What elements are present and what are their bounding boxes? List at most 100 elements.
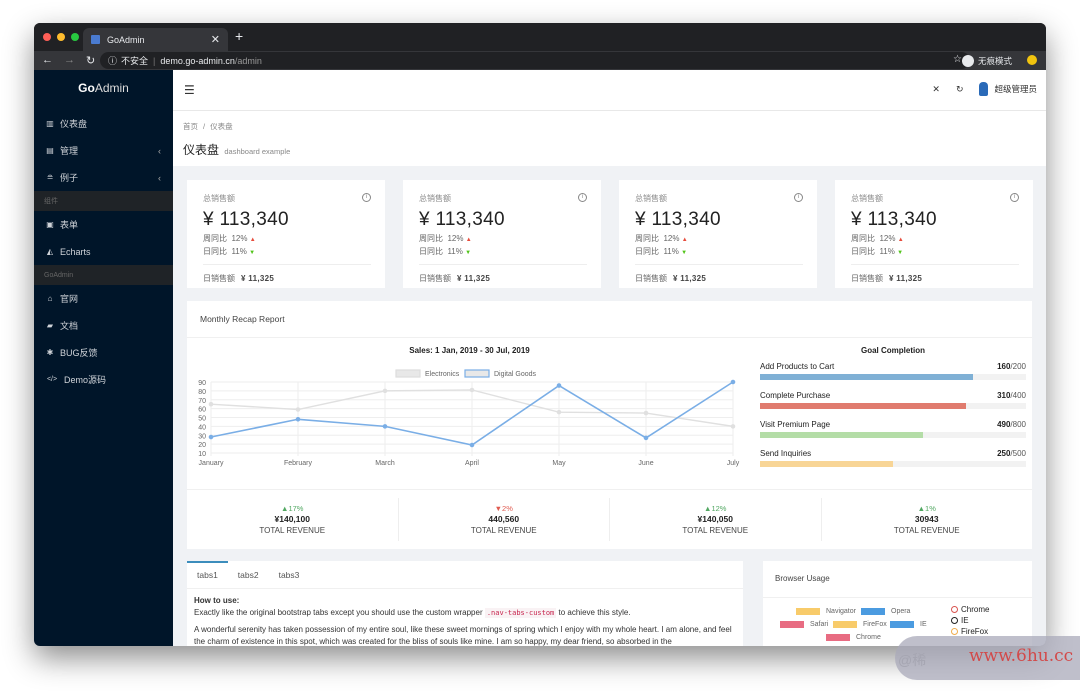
card-value: ¥ 113,340 (851, 209, 937, 230)
sidebar-item-form[interactable]: ▣ 表单 (34, 211, 173, 238)
stat-card: 总销售额 i ¥ 113,340 周同比 12% ▲ 日同比 11% ▼ 日销售… (403, 180, 601, 288)
card-value: ¥ 113,340 (419, 209, 505, 230)
day-label: 日同比 (635, 247, 659, 256)
breadcrumb-separator: / (203, 122, 206, 131)
forward-icon[interactable]: → (64, 54, 75, 67)
maximize-window-button[interactable] (71, 33, 79, 41)
close-tab-icon[interactable]: ✕ (211, 33, 220, 46)
sidebar-item-label: 表单 (60, 220, 79, 230)
info-icon[interactable]: i (362, 193, 371, 202)
tab-tabs3[interactable]: tabs3 (269, 561, 310, 589)
back-icon[interactable]: ← (42, 54, 53, 67)
info-icon[interactable]: i (578, 193, 587, 202)
sidebar-section-header: GoAdmin (34, 265, 173, 285)
legend-item[interactable]: Navigator (796, 608, 856, 615)
sidebar-item-echarts[interactable]: ◭ Echarts (34, 238, 173, 265)
data-point (730, 379, 736, 385)
sidebar-item-label: 文档 (60, 321, 79, 331)
card-footer: 日销售额 ¥ 11,325 (635, 273, 706, 284)
watermark-text: www.6hu.cc (969, 646, 1074, 666)
y-tick-label: 80 (198, 389, 206, 396)
address-bar[interactable]: ⓘ 不安全 | demo.go-admin.cn/admin ☆ (100, 52, 970, 69)
info-icon[interactable]: i (794, 193, 803, 202)
sidebar-section-header: 组件 (34, 191, 173, 211)
fullscreen-icon[interactable]: ✕ (932, 84, 940, 95)
incognito-indicator[interactable]: 无痕模式 (962, 52, 1012, 69)
close-window-button[interactable] (43, 33, 51, 41)
chart-title: Sales: 1 Jan, 2019 - 30 Jul, 2019 (409, 346, 530, 355)
sidebar-item-examples[interactable]: ≘ 例子 ‹ (34, 164, 173, 191)
legend-item[interactable]: Chrome (951, 605, 989, 614)
legend-item[interactable]: Opera (861, 608, 910, 615)
sidebar-item-label: BUG反馈 (60, 348, 98, 358)
legend-item[interactable]: IE (890, 621, 927, 628)
tab-bar: GoAdmin ✕ + (34, 23, 1046, 51)
legend-swatch (796, 608, 820, 615)
y-tick-label: 70 (198, 398, 206, 405)
sidebar-item-label: Demo源码 (64, 375, 107, 385)
legend-item[interactable]: Safari (780, 621, 828, 628)
chevron-left-icon: ‹ (158, 172, 161, 183)
progress-fill (760, 374, 973, 380)
week-value: 12% (879, 234, 896, 243)
stat-cards: 总销售额 i ¥ 113,340 周同比 12% ▲ 日同比 11% ▼ 日销售… (187, 180, 1033, 288)
watermark: www.6hu.cc (895, 636, 1080, 680)
info-icon[interactable]: i (1010, 193, 1019, 202)
card-value: ¥ 113,340 (203, 209, 289, 230)
extension-alert-icon[interactable] (1027, 55, 1037, 65)
day-compare: 日同比 11% ▼ (851, 246, 1017, 257)
data-point (469, 387, 475, 393)
sidebar-item-docs[interactable]: ▰ 文档 (34, 312, 173, 339)
data-point (643, 435, 649, 441)
y-tick-label: 10 (198, 451, 206, 458)
menu-toggle-icon[interactable]: ☰ (184, 83, 195, 97)
tab-tabs1[interactable]: tabs1 (187, 561, 228, 589)
week-label: 周同比 (851, 234, 875, 243)
legend-swatch (780, 621, 804, 628)
goal-total: /200 (1010, 362, 1026, 371)
user-menu[interactable]: 超级管理员 (979, 82, 1037, 96)
logo[interactable]: Go Admin (34, 70, 173, 106)
legend-item[interactable]: Chrome (826, 634, 881, 641)
goal-label: Visit Premium Page (760, 420, 831, 429)
circle-icon (951, 617, 958, 624)
day-value: 11% (663, 247, 679, 256)
sidebar-item-manage[interactable]: ▤ 管理 ‹ (34, 137, 173, 164)
incognito-icon (962, 54, 974, 67)
sidebar-item-website[interactable]: ⌂ 官网 (34, 285, 173, 312)
x-tick-label: February (284, 460, 313, 467)
y-tick-label: 50 (198, 416, 206, 423)
app: Go Admin ▥ 仪表盘 ▤ 管理 ‹ ≘ 例子 ‹ 组件 ▣ 表单 ◭ Echarts G… (34, 70, 1046, 646)
week-compare: 周同比 12% ▲ (203, 233, 369, 244)
reload-icon[interactable]: ↻ (86, 54, 95, 67)
refresh-icon[interactable]: ↻ (956, 84, 964, 95)
sidebar-item-dashboard[interactable]: ▥ 仪表盘 (34, 110, 173, 137)
day-label: 日同比 (203, 247, 227, 256)
week-compare: 周同比 12% ▲ (635, 233, 801, 244)
bookmark-star-icon[interactable]: ☆ (953, 54, 962, 65)
goal-total: /400 (1010, 391, 1026, 400)
sidebar-item-source[interactable]: </> Demo源码 (34, 366, 173, 393)
goal-value: 310/400 (997, 391, 1026, 400)
card-footer: 日销售额 ¥ 11,325 (419, 273, 490, 284)
footer-label: 日销售额 (635, 274, 667, 283)
minimize-window-button[interactable] (57, 33, 65, 41)
week-compare: 周同比 12% ▲ (419, 233, 585, 244)
tab-tabs2[interactable]: tabs2 (228, 561, 269, 589)
user-name: 超级管理员 (994, 84, 1037, 94)
footer-value: ¥ 11,325 (673, 274, 707, 283)
goal-done: 160 (997, 362, 1011, 371)
revenue-item: ▲17% ¥140,100 TOTAL REVENUE (187, 498, 399, 541)
sidebar-item-bug[interactable]: ✱ BUG反馈 (34, 339, 173, 366)
legend-item[interactable]: IE (951, 616, 969, 625)
y-tick-label: 30 (198, 433, 206, 440)
home-icon: ⌂ (47, 294, 53, 303)
breadcrumb-home[interactable]: 首页 (183, 122, 198, 131)
legend-item[interactable]: FireFox (833, 621, 887, 628)
legend-item[interactable]: FireFox (951, 627, 988, 636)
legend-swatch (861, 608, 885, 615)
new-tab-button[interactable]: + (235, 28, 243, 44)
browser-tab[interactable]: GoAdmin ✕ (83, 28, 228, 51)
legend-label: FireFox (961, 627, 989, 636)
day-compare: 日同比 11% ▼ (203, 246, 369, 257)
